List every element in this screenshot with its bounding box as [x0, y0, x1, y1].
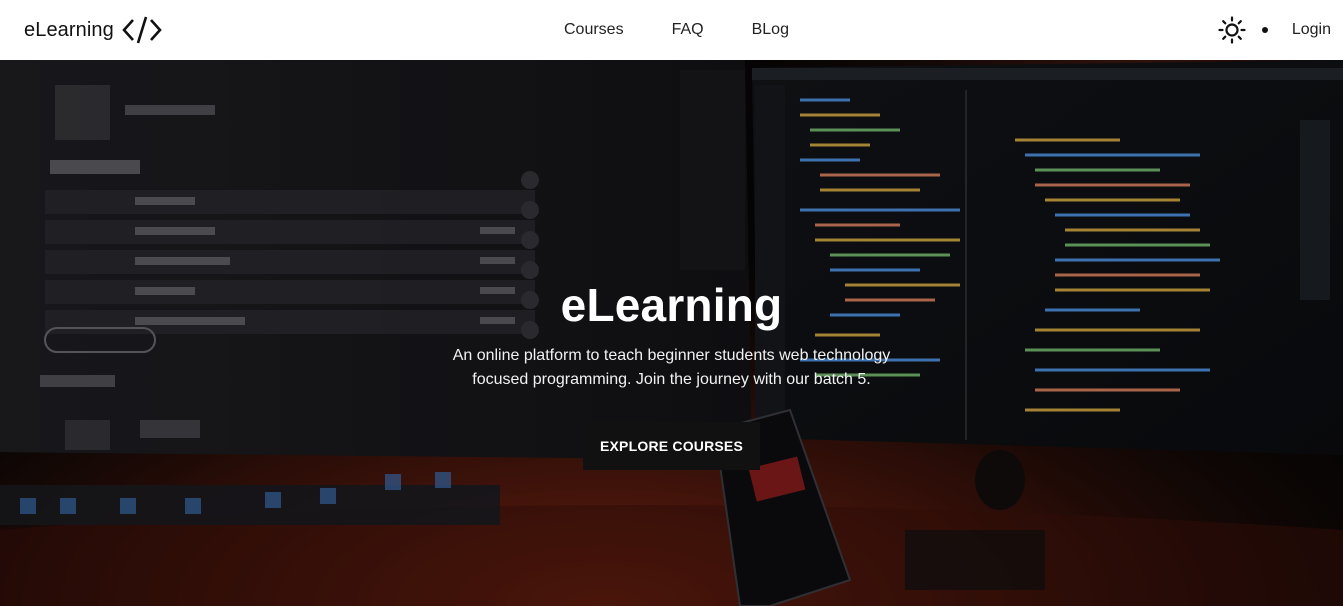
nav-link-courses[interactable]: Courses — [564, 21, 624, 39]
explore-courses-button[interactable]: EXPLORE COURSES — [582, 422, 761, 470]
hero-content: eLearning An online platform to teach be… — [0, 60, 1343, 606]
hero-title: eLearning — [560, 279, 783, 331]
separator-dot — [1261, 27, 1268, 33]
nav-links: Courses FAQ BLog — [564, 0, 837, 60]
nav-link-blog[interactable]: BLog — [752, 21, 789, 39]
hero-section: eLearning An online platform to teach be… — [0, 60, 1343, 606]
hero-description: An online platform to teach beginner stu… — [452, 347, 891, 388]
navbar: eLearning Courses FAQ BLog Login — [0, 0, 1343, 60]
sun-icon[interactable] — [1218, 16, 1246, 44]
nav-link-faq[interactable]: FAQ — [672, 21, 704, 39]
code-icon — [122, 16, 162, 44]
brand-link[interactable]: eLearning — [24, 15, 162, 45]
nav-right: Login — [1218, 0, 1331, 60]
login-link[interactable]: Login — [1292, 21, 1331, 39]
brand-name: eLearning — [24, 18, 114, 41]
